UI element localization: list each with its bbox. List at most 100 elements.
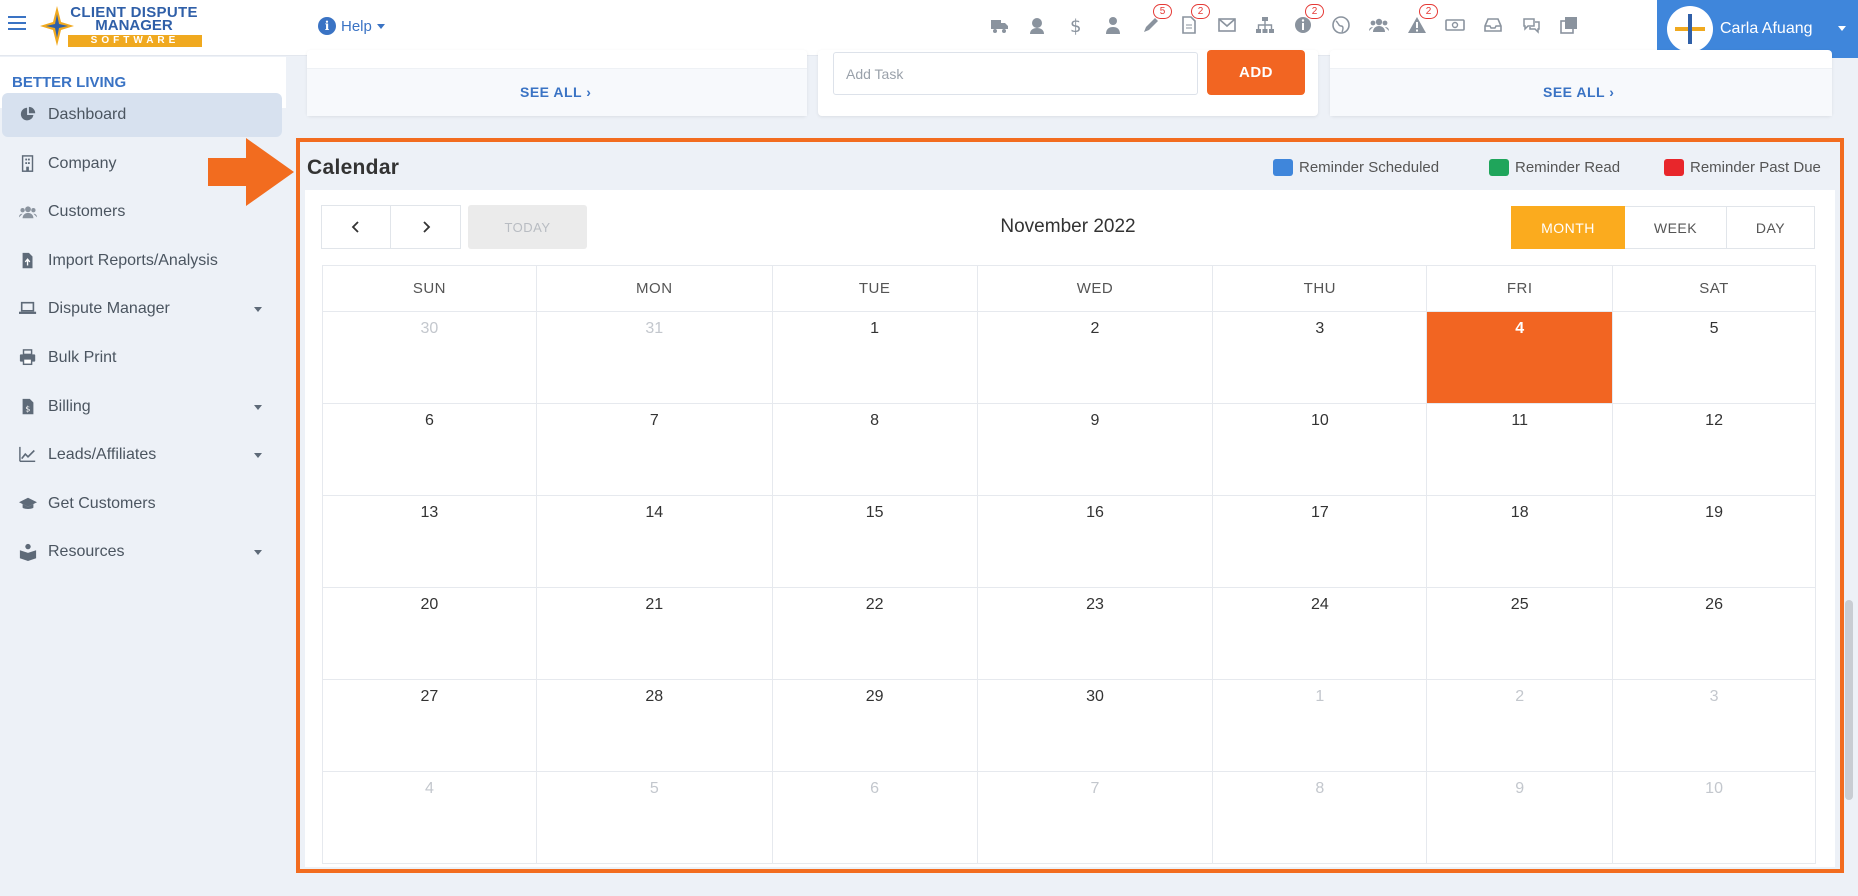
help-menu[interactable]: i Help <box>318 15 385 37</box>
top-icon-warning[interactable]: 2 <box>1398 0 1438 50</box>
today-button[interactable]: TODAY <box>468 205 587 249</box>
day-cell[interactable]: 16 <box>977 496 1214 588</box>
day-cell[interactable]: 21 <box>536 588 773 680</box>
see-all-link-right[interactable]: SEE ALL › <box>1543 84 1614 100</box>
day-cell[interactable]: 31 <box>536 312 773 404</box>
day-cell[interactable]: 22 <box>772 588 978 680</box>
top-icon-copy[interactable] <box>1550 0 1588 50</box>
sidebar-item-dispute-manager[interactable]: Dispute Manager <box>2 287 282 331</box>
top-icon-document[interactable]: 2 <box>1170 0 1210 50</box>
day-cell[interactable]: 7 <box>977 772 1214 864</box>
top-icon-pen[interactable]: 5 <box>1132 0 1172 50</box>
day-cell[interactable]: 10 <box>1613 772 1816 864</box>
day-cell[interactable]: 25 <box>1427 588 1614 680</box>
chart-line-icon <box>19 447 36 463</box>
day-cell[interactable]: 27 <box>323 680 537 772</box>
view-week-button[interactable]: WEEK <box>1625 206 1727 249</box>
day-cell[interactable]: 20 <box>323 588 537 680</box>
globe-icon <box>1332 16 1350 34</box>
sidebar-item-resources[interactable]: Resources <box>2 530 282 574</box>
sidebar-item-billing[interactable]: $ Billing <box>2 385 282 429</box>
chevron-down-icon <box>376 23 385 29</box>
top-icon-info[interactable]: 2 <box>1284 0 1324 50</box>
day-cell[interactable]: 3 <box>1213 312 1428 404</box>
day-cell[interactable]: 8 <box>1213 772 1428 864</box>
day-cell[interactable]: 30 <box>977 680 1214 772</box>
day-cell[interactable]: 19 <box>1613 496 1816 588</box>
sidebar-item-import-reports-analysis[interactable]: Import Reports/Analysis <box>2 239 282 283</box>
top-icon-dollar[interactable]: $ <box>1056 0 1094 50</box>
day-cell[interactable]: 9 <box>977 404 1214 496</box>
logo-line-2: MANAGER <box>95 17 173 34</box>
day-cell[interactable]: 13 <box>323 496 537 588</box>
day-cell[interactable]: 7 <box>536 404 773 496</box>
top-icon-sitemap[interactable] <box>1246 0 1284 50</box>
day-cell[interactable]: 18 <box>1427 496 1614 588</box>
day-cell-today[interactable]: 4 <box>1427 312 1614 404</box>
day-cell[interactable]: 24 <box>1213 588 1428 680</box>
envelope-icon <box>1218 18 1236 32</box>
view-day-button[interactable]: DAY <box>1727 206 1815 249</box>
top-icon-support-agent[interactable] <box>1018 0 1056 50</box>
day-number: 16 <box>1086 504 1104 521</box>
legend-swatch <box>1489 158 1509 176</box>
day-cell[interactable]: 5 <box>1613 312 1816 404</box>
weekday-header: TUE <box>772 266 978 312</box>
top-icon-users[interactable] <box>1360 0 1398 50</box>
day-cell[interactable]: 6 <box>772 772 978 864</box>
day-cell[interactable]: 23 <box>977 588 1214 680</box>
inbox-icon <box>1484 18 1502 32</box>
top-icon-chat[interactable] <box>1512 0 1550 50</box>
day-number: 10 <box>1310 412 1329 429</box>
day-cell[interactable]: 17 <box>1213 496 1428 588</box>
top-icon-truck[interactable] <box>980 0 1018 50</box>
day-number: 7 <box>1090 780 1100 797</box>
day-number: 30 <box>420 320 439 337</box>
add-task-button[interactable]: ADD <box>1207 50 1305 95</box>
top-icon-globe[interactable] <box>1322 0 1360 50</box>
view-month-button[interactable]: MONTH <box>1511 206 1625 249</box>
day-cell[interactable]: 11 <box>1427 404 1614 496</box>
top-icon-money[interactable] <box>1436 0 1474 50</box>
top-icon-user-tie[interactable] <box>1094 0 1132 50</box>
page-scrollbar[interactable] <box>1845 600 1853 800</box>
sidebar-item-get-customers[interactable]: Get Customers <box>2 482 282 526</box>
top-icon-envelope[interactable] <box>1208 0 1246 50</box>
day-cell[interactable]: 2 <box>977 312 1214 404</box>
chevron-down-icon <box>254 404 262 410</box>
sidebar-item-leads-affiliates[interactable]: Leads/Affiliates <box>2 433 282 477</box>
day-number: 21 <box>645 596 664 613</box>
day-cell[interactable]: 6 <box>323 404 537 496</box>
day-cell[interactable]: 4 <box>323 772 537 864</box>
users-icon <box>16 202 40 222</box>
day-cell[interactable]: 3 <box>1613 680 1816 772</box>
see-all-link-left[interactable]: SEE ALL › <box>520 84 591 100</box>
day-cell[interactable]: 10 <box>1213 404 1428 496</box>
day-number: 1 <box>1315 688 1325 705</box>
next-month-button[interactable] <box>391 205 461 249</box>
day-cell[interactable]: 1 <box>1213 680 1428 772</box>
day-cell[interactable]: 2 <box>1427 680 1614 772</box>
prev-month-button[interactable] <box>321 205 391 249</box>
day-cell[interactable]: 12 <box>1613 404 1816 496</box>
printer-icon <box>19 349 36 366</box>
truck-icon <box>991 20 1008 33</box>
day-cell[interactable]: 30 <box>323 312 537 404</box>
sidebar-item-bulk-print[interactable]: Bulk Print <box>2 336 282 380</box>
app-logo[interactable]: CLIENT DISPUTE MANAGER SOFTWARE <box>40 4 202 48</box>
day-cell[interactable]: 5 <box>536 772 773 864</box>
day-cell[interactable]: 28 <box>536 680 773 772</box>
add-task-input[interactable] <box>833 52 1198 95</box>
day-cell[interactable]: 8 <box>772 404 978 496</box>
sidebar-item-dashboard[interactable]: Dashboard <box>2 93 282 137</box>
day-cell[interactable]: 14 <box>536 496 773 588</box>
day-cell[interactable]: 15 <box>772 496 978 588</box>
chevron-right-icon: › <box>586 84 592 100</box>
top-icon-inbox[interactable] <box>1474 0 1512 50</box>
day-cell[interactable]: 29 <box>772 680 978 772</box>
day-cell[interactable]: 26 <box>1613 588 1816 680</box>
pie-chart-icon <box>16 105 40 125</box>
menu-icon[interactable] <box>8 16 26 32</box>
day-cell[interactable]: 9 <box>1427 772 1614 864</box>
day-cell[interactable]: 1 <box>772 312 978 404</box>
